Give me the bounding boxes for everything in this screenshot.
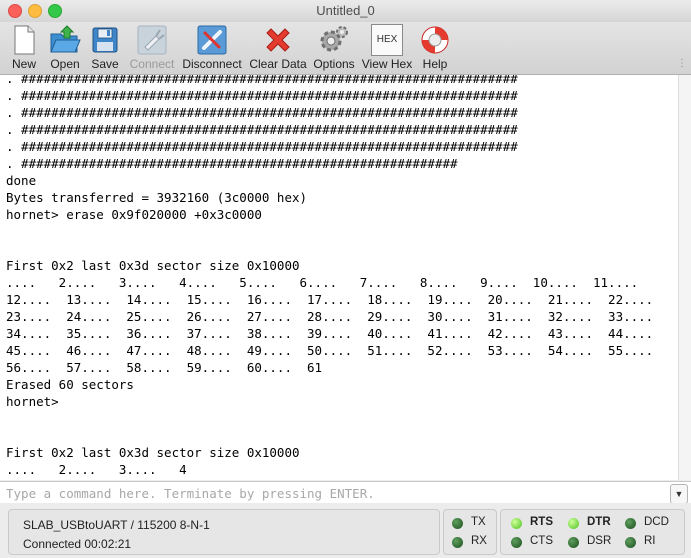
dsr-led-icon bbox=[568, 537, 579, 548]
disconnect-button[interactable]: Disconnect bbox=[180, 22, 244, 74]
options-gear-icon bbox=[320, 26, 348, 52]
open-label: Open bbox=[50, 57, 80, 71]
port-settings: SLAB_USBtoUART / 115200 8-N-1 bbox=[23, 518, 210, 532]
command-history-dropdown[interactable]: ▼ bbox=[670, 484, 688, 504]
dtr-led-icon[interactable] bbox=[568, 518, 579, 529]
terminal-text: . ######################################… bbox=[6, 75, 654, 477]
control-line-leds: RTS CTS DTR DSR DCD RI bbox=[500, 509, 685, 555]
terminal-scrollbar[interactable] bbox=[678, 75, 691, 480]
clear-x-icon bbox=[266, 28, 290, 52]
connect-label: Connect bbox=[129, 57, 175, 71]
save-button[interactable]: Save bbox=[86, 22, 124, 74]
tx-led-icon bbox=[452, 518, 463, 529]
ri-label: RI bbox=[644, 535, 656, 547]
hex-icon: HEX bbox=[371, 24, 403, 56]
status-bar: SLAB_USBtoUART / 115200 8-N-1 Connected … bbox=[0, 503, 691, 558]
rts-label: RTS bbox=[530, 516, 553, 528]
clear-data-label: Clear Data bbox=[249, 57, 307, 71]
ri-led-icon bbox=[625, 537, 636, 548]
options-label: Options bbox=[313, 57, 355, 71]
help-label: Help bbox=[422, 57, 448, 71]
new-button[interactable]: New bbox=[4, 22, 44, 74]
view-hex-button[interactable]: HEX View Hex bbox=[359, 22, 415, 74]
disconnect-label: Disconnect bbox=[182, 57, 242, 71]
title-bar: Untitled_0 bbox=[0, 0, 691, 22]
connect-button[interactable]: Connect bbox=[124, 22, 180, 74]
tx-label: TX bbox=[471, 516, 486, 528]
dcd-led-icon bbox=[625, 518, 636, 529]
toolbar-resize-grip-icon: ⋮ bbox=[677, 58, 687, 69]
open-button[interactable]: Open bbox=[44, 22, 86, 74]
clear-data-button[interactable]: Clear Data bbox=[247, 22, 309, 74]
hex-icon-text: HEX bbox=[376, 34, 398, 45]
dcd-label: DCD bbox=[644, 516, 669, 528]
window-title: Untitled_0 bbox=[316, 3, 375, 18]
save-label: Save bbox=[91, 57, 119, 71]
connection-info: SLAB_USBtoUART / 115200 8-N-1 Connected … bbox=[8, 509, 440, 555]
dsr-label: DSR bbox=[587, 535, 612, 547]
tx-rx-leds: TX RX bbox=[443, 509, 497, 555]
options-button[interactable]: Options bbox=[311, 22, 357, 74]
toolbar: New Open Save Connect Disconnect Clear D… bbox=[0, 22, 691, 75]
dtr-label: DTR bbox=[587, 516, 611, 528]
connection-time: Connected 00:02:21 bbox=[23, 537, 132, 551]
disconnect-plug-icon bbox=[197, 25, 227, 55]
cts-led-icon bbox=[511, 537, 522, 548]
command-input[interactable] bbox=[2, 483, 670, 503]
rx-label: RX bbox=[471, 535, 487, 547]
help-button[interactable]: Help bbox=[416, 22, 454, 74]
new-document-icon bbox=[14, 25, 35, 55]
connect-plug-icon bbox=[137, 25, 167, 55]
rx-led-icon bbox=[452, 537, 463, 548]
cts-label: CTS bbox=[530, 535, 553, 547]
command-row: ▼ bbox=[0, 481, 691, 505]
save-disk-icon bbox=[92, 27, 118, 53]
help-lifebuoy-icon bbox=[421, 26, 449, 54]
open-folder-icon bbox=[50, 25, 81, 53]
view-hex-label: View Hex bbox=[361, 57, 413, 71]
terminal-output[interactable]: . ######################################… bbox=[0, 75, 678, 480]
rts-led-icon[interactable] bbox=[511, 518, 522, 529]
new-label: New bbox=[11, 57, 36, 71]
chevron-down-icon: ▼ bbox=[674, 489, 684, 499]
